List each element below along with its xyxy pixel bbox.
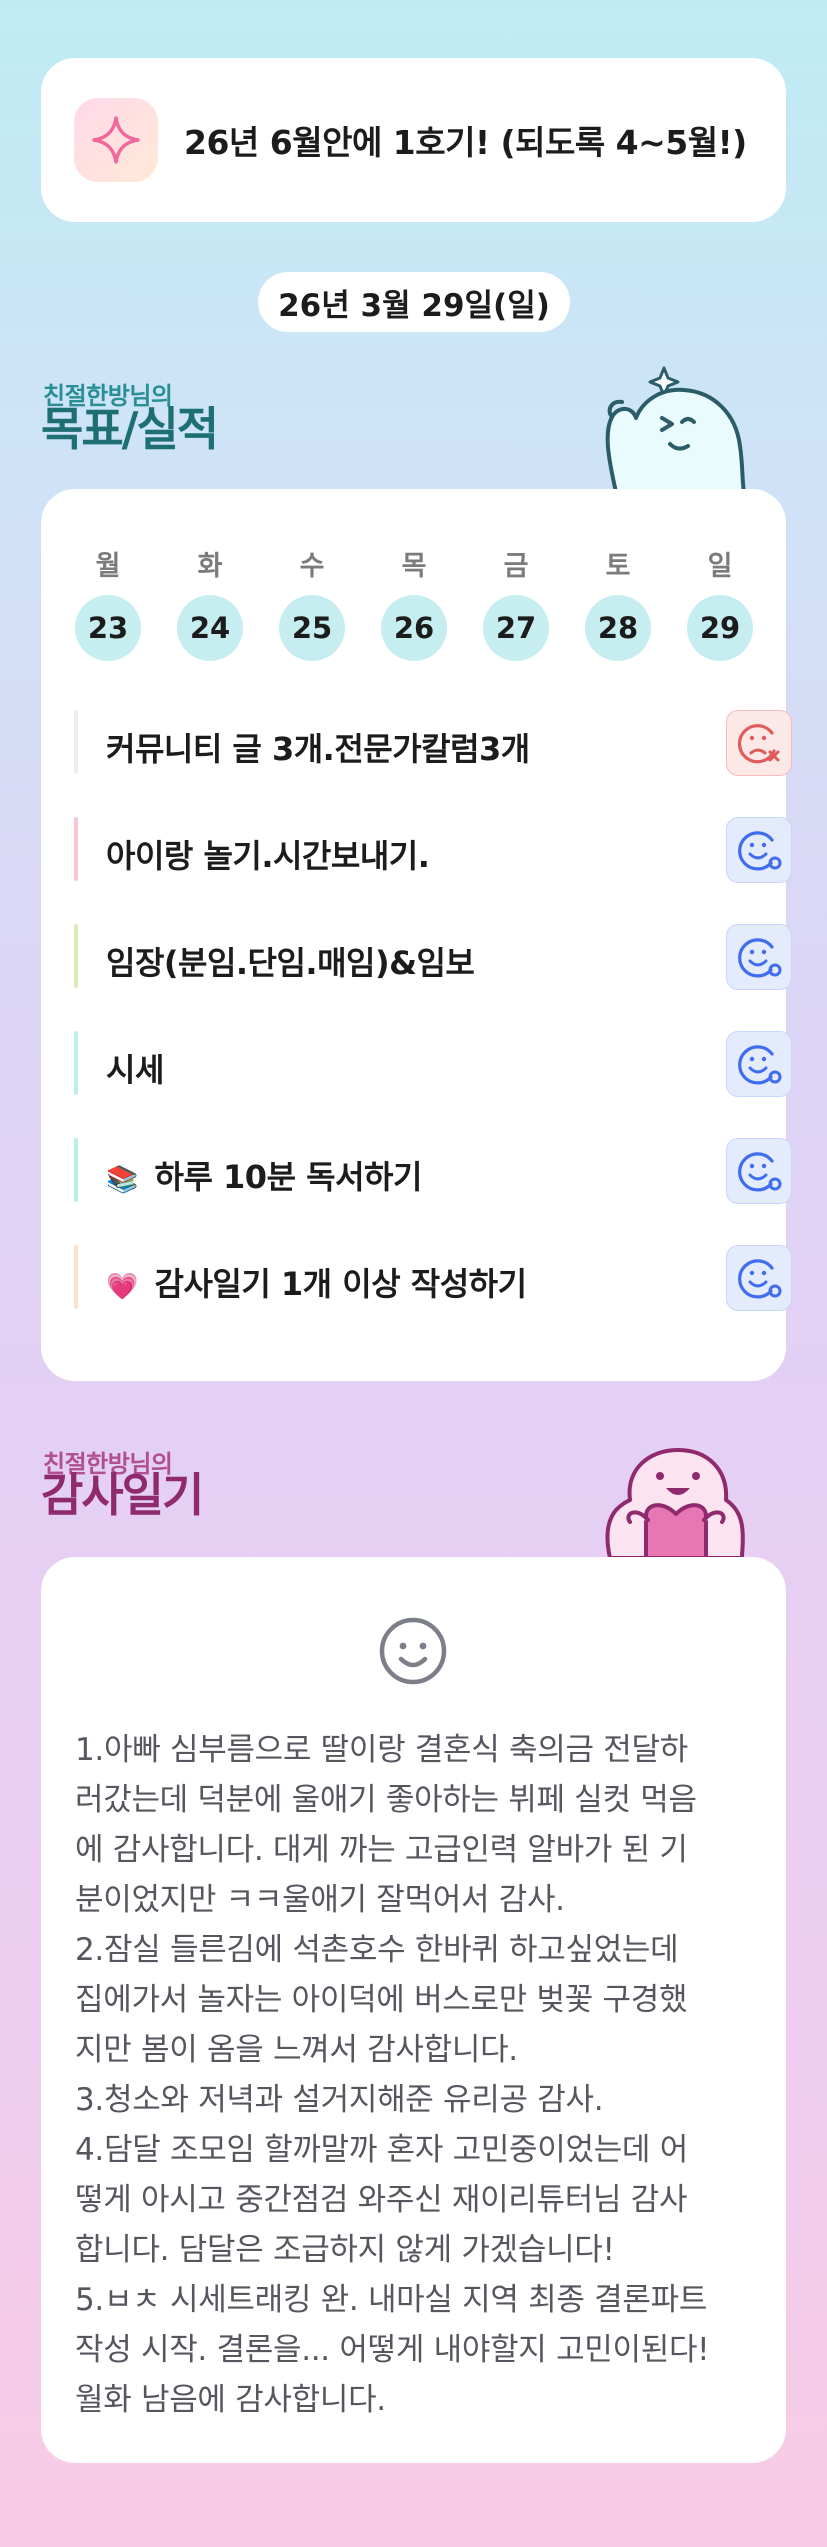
- smile-face-icon: [379, 1617, 447, 1685]
- date-circle-28[interactable]: 28: [585, 595, 651, 661]
- task-color-bar: [74, 1031, 78, 1095]
- goal-banner[interactable]: 26년 6월안에 1호기! (되도록 4~5월!): [41, 58, 786, 222]
- task-label: 하루 10분 독서하기: [154, 1158, 423, 1196]
- diary-line: 합니다. 담달은 조급하지 않게 가겠습니다!: [75, 2232, 615, 2268]
- task-label: 감사일기 1개 이상 작성하기: [154, 1265, 528, 1303]
- task-label: 아이랑 놀기.시간보내기.: [106, 837, 430, 875]
- task-row[interactable]: 📚 하루 10분 독서하기: [74, 1134, 792, 1204]
- diary-line: 3.청소와 저녁과 설거지해준 유리공 감사.: [75, 2082, 604, 2118]
- task-row[interactable]: 💗 감사일기 1개 이상 작성하기: [74, 1241, 792, 1311]
- diary-line: 5.ㅂㅊ 시세트래킹 완. 내마실 지역 최종 결론파트: [75, 2282, 708, 2318]
- diary-line: 러갔는데 덕분에 울애기 좋아하는 뷔페 실컷 먹음: [75, 1782, 697, 1818]
- status-done-icon[interactable]: [726, 817, 792, 883]
- weekday-mon: 월: [95, 551, 121, 582]
- task-color-bar: [74, 1245, 78, 1309]
- task-label-row: 💗 감사일기 1개 이상 작성하기: [106, 1259, 527, 1305]
- weekday-sat: 토: [605, 551, 631, 582]
- goals-title: 목표/실적: [41, 402, 219, 456]
- books-emoji-icon: 📚: [106, 1165, 138, 1195]
- diary-text: 1.아빠 심부름으로 딸이랑 결혼식 축의금 전달하 러갔는데 덕분에 울애기 …: [75, 1725, 765, 2425]
- diary-line: 떻게 아시고 중간점검 와주신 재이리튜터님 감사: [75, 2182, 688, 2218]
- weekday-thu: 목: [401, 551, 427, 582]
- diary-line: 월화 남음에 감사합니다.: [75, 2382, 386, 2418]
- status-fail-icon[interactable]: [726, 710, 792, 776]
- diary-line: 1.아빠 심부름으로 딸이랑 결혼식 축의금 전달하: [75, 1732, 688, 1768]
- task-color-bar: [74, 1138, 78, 1202]
- task-color-bar: [74, 817, 78, 881]
- task-row[interactable]: 시세: [74, 1027, 792, 1097]
- weekday-tue: 화: [197, 551, 223, 582]
- weekday-fri: 금: [503, 551, 529, 582]
- date-circle-24[interactable]: 24: [177, 595, 243, 661]
- task-label: 시세: [106, 1051, 164, 1089]
- gratitude-diary-card[interactable]: 1.아빠 심부름으로 딸이랑 결혼식 축의금 전달하 러갔는데 덕분에 울애기 …: [41, 1557, 786, 2463]
- task-label: 커뮤니티 글 3개.전문가칼럼3개: [106, 730, 530, 768]
- diary-line: 분이었지만 ㅋㅋ울애기 잘먹어서 감사.: [75, 1882, 565, 1918]
- task-label-row: 📚 하루 10분 독서하기: [106, 1152, 422, 1198]
- status-done-icon[interactable]: [726, 1245, 792, 1311]
- diary-line: 4.담달 조모임 할까말까 혼자 고민중이었는데 어: [75, 2132, 688, 2168]
- sparkle-icon: [74, 98, 158, 182]
- date-circle-25[interactable]: 25: [279, 595, 345, 661]
- waving-mascot-illustration: [605, 366, 746, 492]
- diary-line: 2.잠실 들른김에 석촌호수 한바퀴 하고싶었는데: [75, 1932, 679, 1968]
- task-color-bar: [74, 924, 78, 988]
- diary-line: 지만 봄이 옴을 느껴서 감사합니다.: [75, 2032, 518, 2068]
- goals-card: 월 화 수 목 금 토 일 23 24 25 26 27 28 29 커뮤니티 …: [41, 489, 792, 1381]
- status-done-icon[interactable]: [726, 1031, 792, 1097]
- weekday-sun: 일: [707, 551, 733, 582]
- status-done-icon[interactable]: [726, 924, 792, 990]
- task-row[interactable]: 커뮤니티 글 3개.전문가칼럼3개: [74, 706, 792, 776]
- status-done-icon[interactable]: [726, 1138, 792, 1204]
- goal-text: 26년 6월안에 1호기! (되도록 4~5월!): [184, 123, 747, 162]
- heart-hugging-mascot-illustration: [605, 1448, 745, 1558]
- diary-title: 감사일기: [41, 1468, 204, 1522]
- date-circle-29[interactable]: 29: [687, 595, 753, 661]
- task-color-bar: [74, 710, 78, 774]
- date-circle-26[interactable]: 26: [381, 595, 447, 661]
- task-label: 임장(분임.단임.매임)&임보: [106, 944, 475, 982]
- weekday-wed: 수: [299, 551, 325, 582]
- task-row[interactable]: 아이랑 놀기.시간보내기.: [74, 813, 792, 883]
- heart-emoji-icon: 💗: [106, 1272, 138, 1302]
- date-circle-23[interactable]: 23: [75, 595, 141, 661]
- task-row[interactable]: 임장(분임.단임.매임)&임보: [74, 920, 792, 990]
- diary-line: 에 감사합니다. 대게 까는 고급인력 알바가 된 기: [75, 1832, 688, 1868]
- diary-line: 작성 시작. 결론을... 어떻게 내야할지 고민이된다!: [75, 2332, 710, 2368]
- date-circle-27[interactable]: 27: [483, 595, 549, 661]
- date-pill[interactable]: 26년 3월 29일(일): [258, 272, 570, 332]
- diary-line: 집에가서 놀자는 아이덕에 버스로만 벚꽃 구경했: [75, 1982, 688, 2018]
